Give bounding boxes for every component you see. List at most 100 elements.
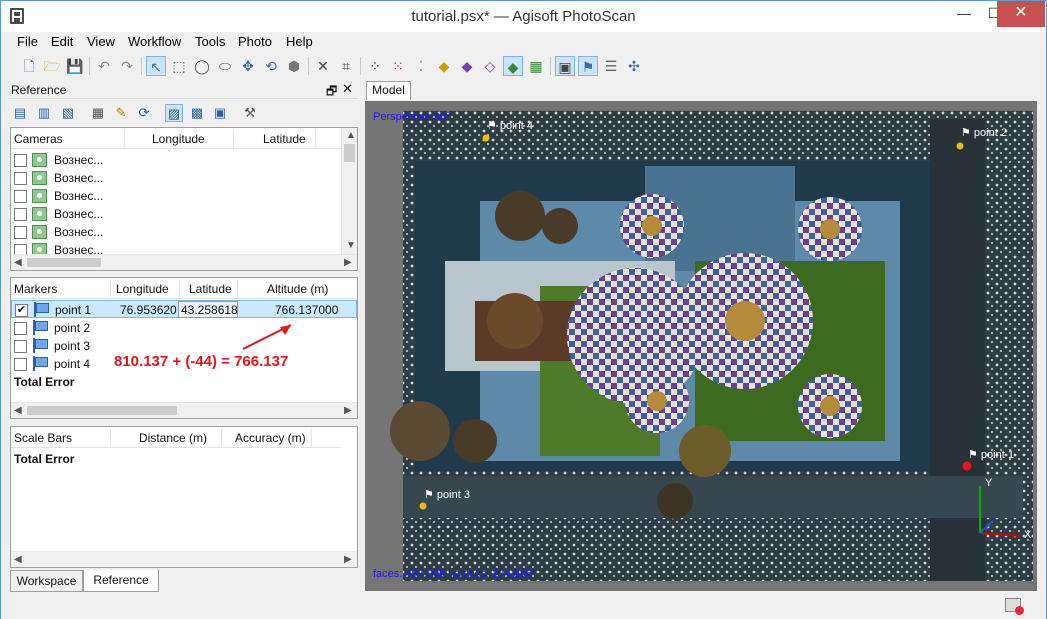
camera-checkbox[interactable] xyxy=(14,172,27,185)
markers-horizontal-scrollbar[interactable]: ◀ ▶ xyxy=(11,402,357,418)
column-header-cameras[interactable]: Cameras xyxy=(14,132,63,146)
marker-checkbox[interactable] xyxy=(14,322,27,335)
move-object-icon[interactable]: ✥ xyxy=(238,56,258,76)
textured-model-icon[interactable]: ◆ xyxy=(503,56,523,76)
view-source-icon[interactable]: ▨ xyxy=(165,104,183,122)
column-header-markers[interactable]: Markers xyxy=(14,282,57,296)
scroll-left-arrow-icon[interactable]: ◀ xyxy=(14,257,22,268)
close-button[interactable]: ✕ xyxy=(997,1,1045,27)
marker-label-point-1[interactable]: ⚑ point 1 xyxy=(968,448,1014,461)
camera-row[interactable]: Вознес... xyxy=(11,187,341,205)
tab-reference[interactable]: Reference xyxy=(83,570,159,592)
tab-workspace[interactable]: Workspace xyxy=(10,570,83,592)
shaded-model-icon[interactable]: ◆ xyxy=(434,56,454,76)
column-header-latitude[interactable]: Latitude xyxy=(189,282,232,296)
status-warning-icon[interactable] xyxy=(1005,598,1024,615)
open-folder-icon[interactable]: 🗁 xyxy=(42,56,62,76)
cameras-vertical-scrollbar[interactable]: ▲ ▼ xyxy=(341,128,357,254)
tab-model[interactable]: Model xyxy=(366,81,411,100)
camera-row[interactable]: Вознес... xyxy=(11,169,341,187)
marker-altitude[interactable]: 766.137000 xyxy=(275,303,338,317)
close-panel-button[interactable]: ✕ xyxy=(342,81,353,97)
marker-label-point-3[interactable]: ⚑ point 3 xyxy=(424,488,470,501)
camera-checkbox[interactable] xyxy=(14,154,27,167)
crop-icon[interactable]: ⌗ xyxy=(336,56,356,76)
scale-bars-horizontal-scrollbar[interactable]: ◀ ▶ xyxy=(11,551,357,567)
scroll-thumb[interactable] xyxy=(344,144,355,162)
camera-checkbox[interactable] xyxy=(14,190,27,203)
settings-icon[interactable]: ⚒ xyxy=(241,104,259,122)
marker-checkbox[interactable] xyxy=(14,358,27,371)
free-form-selection-icon[interactable]: ⬭ xyxy=(215,56,235,76)
delete-selection-icon[interactable]: ✕ xyxy=(313,56,333,76)
redo-icon[interactable]: ↷ xyxy=(117,56,137,76)
undo-icon[interactable]: ↶ xyxy=(94,56,114,76)
solid-model-icon[interactable]: ◆ xyxy=(457,56,477,76)
marker-checkbox[interactable]: ✔ xyxy=(15,304,28,317)
scroll-right-arrow-icon[interactable]: ▶ xyxy=(344,554,352,565)
tiled-model-icon[interactable]: ▦ xyxy=(526,56,546,76)
camera-row[interactable]: Вознес... xyxy=(11,223,341,241)
menu-help[interactable]: Help xyxy=(286,34,313,49)
column-header-altitude[interactable]: Altitude (m) xyxy=(267,282,328,296)
scroll-right-arrow-icon[interactable]: ▶ xyxy=(344,257,352,268)
menu-workflow[interactable]: Workflow xyxy=(128,34,181,49)
menu-file[interactable]: File xyxy=(17,34,38,49)
select-arrow-icon[interactable]: ↖ xyxy=(146,56,166,76)
scroll-right-arrow-icon[interactable]: ▶ xyxy=(344,405,352,416)
export-reference-icon[interactable]: ▥ xyxy=(35,104,53,122)
convert-reference-icon[interactable]: ▧ xyxy=(59,104,77,122)
menu-photo[interactable]: Photo xyxy=(238,34,272,49)
new-document-icon[interactable]: 🗋 xyxy=(19,56,39,76)
rectangle-selection-icon[interactable]: ⬚ xyxy=(169,56,189,76)
show-markers-icon[interactable]: ⚑ xyxy=(578,56,598,76)
navigation-icon[interactable]: ✣ xyxy=(624,56,644,76)
rotate-object-icon[interactable]: ⟲ xyxy=(261,56,281,76)
scroll-thumb[interactable] xyxy=(27,406,177,415)
view-errors-icon[interactable]: ▩ xyxy=(188,104,206,122)
model-viewport[interactable]: Perspective 30° faces: 497,905 vertices:… xyxy=(365,101,1037,591)
scroll-left-arrow-icon[interactable]: ◀ xyxy=(14,405,22,416)
marker-label: point 2 xyxy=(54,321,91,335)
column-header-longitude[interactable]: Longitude xyxy=(152,132,205,146)
column-header-longitude[interactable]: Longitude xyxy=(116,282,169,296)
camera-checkbox[interactable] xyxy=(14,208,27,221)
save-icon[interactable]: 💾 xyxy=(65,56,85,76)
circle-selection-icon[interactable]: ◯ xyxy=(192,56,212,76)
menu-edit[interactable]: Edit xyxy=(51,34,73,49)
dense-cloud-icon[interactable]: ⁙ xyxy=(388,56,408,76)
marker-label-point-2[interactable]: ⚑ point 2 xyxy=(961,126,1007,139)
column-header-scale-bars[interactable]: Scale Bars xyxy=(14,431,72,445)
camera-checkbox[interactable] xyxy=(14,226,27,239)
toolbar-separator xyxy=(360,57,361,75)
camera-row[interactable]: Вознес... xyxy=(11,205,341,223)
wireframe-model-icon[interactable]: ◇ xyxy=(480,56,500,76)
show-photos-icon[interactable]: ▣ xyxy=(555,56,575,76)
view-estimated-icon[interactable]: ▣ xyxy=(211,104,229,122)
column-header-distance[interactable]: Distance (m) xyxy=(139,431,207,445)
column-header-latitude[interactable]: Latitude xyxy=(263,132,306,146)
menu-view[interactable]: View xyxy=(87,34,115,49)
marker-latitude-cell[interactable]: 43.258618 xyxy=(178,301,238,318)
menu-tools[interactable]: Tools xyxy=(195,34,225,49)
update-icon[interactable]: ⟳ xyxy=(135,104,153,122)
optimize-cameras-icon[interactable]: ✎ xyxy=(112,104,130,122)
marker-longitude[interactable]: 76.953620 xyxy=(120,303,177,317)
scroll-up-arrow-icon[interactable]: ▲ xyxy=(346,130,356,141)
point-cloud-icon[interactable]: ⁚ xyxy=(411,56,431,76)
scroll-left-arrow-icon[interactable]: ◀ xyxy=(14,554,22,565)
scroll-thumb[interactable] xyxy=(27,258,101,267)
calculator-icon[interactable]: ▦ xyxy=(89,104,107,122)
camera-row[interactable]: Вознес... xyxy=(11,241,341,255)
column-header-accuracy[interactable]: Accuracy (m) xyxy=(235,431,306,445)
show-shapes-icon[interactable]: ☰ xyxy=(601,56,621,76)
import-reference-icon[interactable]: ▤ xyxy=(11,104,29,122)
show-cameras-icon[interactable]: ⁘ xyxy=(365,56,385,76)
camera-row[interactable]: Вознес... xyxy=(11,151,341,169)
marker-checkbox[interactable] xyxy=(14,340,27,353)
scale-object-icon[interactable]: ⬢ xyxy=(284,56,304,76)
marker-label-point-4[interactable]: ⚑ point 4 xyxy=(487,119,533,132)
scroll-down-arrow-icon[interactable]: ▼ xyxy=(346,240,356,251)
cameras-horizontal-scrollbar[interactable]: ◀ ▶ xyxy=(11,254,357,270)
marker-row[interactable]: ✔ point 1 76.953620 43.258618 766.137000 xyxy=(11,300,357,318)
